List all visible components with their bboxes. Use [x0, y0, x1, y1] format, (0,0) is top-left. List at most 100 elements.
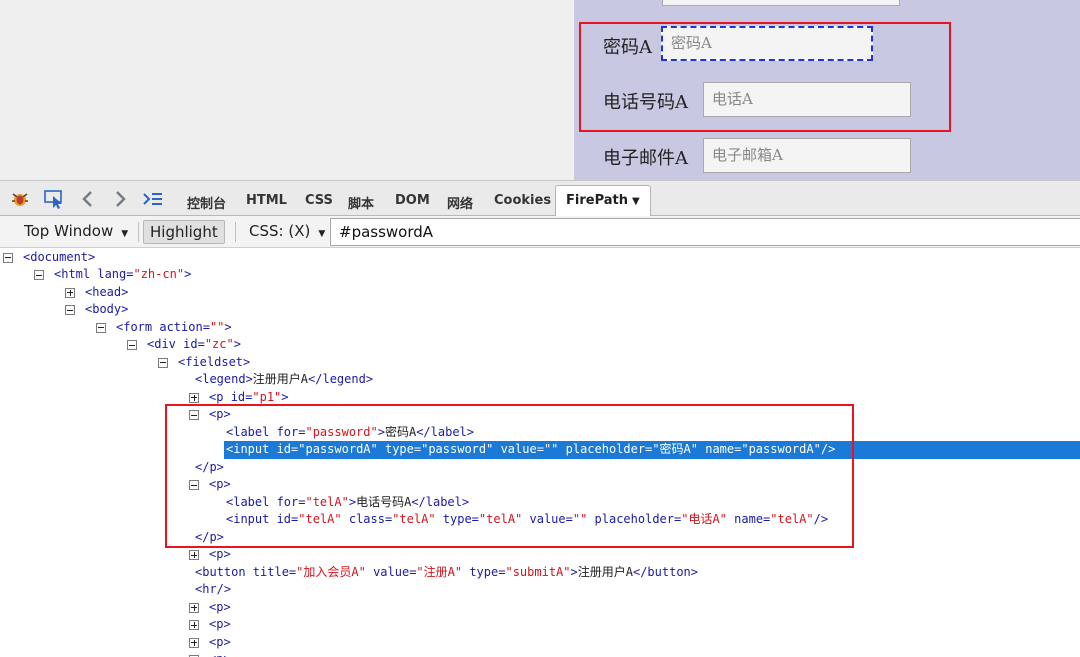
dom-tree: <document> <html lang="zh-cn"> <head> <body…	[0, 248, 1080, 657]
markup-tag: <p>	[209, 407, 231, 421]
selector-input[interactable]: #passwordA	[330, 218, 1080, 246]
markup-txt: 注册用户A	[252, 372, 309, 386]
markup-attr: for=	[276, 424, 306, 439]
partial-input-field[interactable]	[662, 0, 900, 6]
markup-val: "passwordA"	[298, 442, 378, 456]
tree-node[interactable]: <html lang="zh-cn">	[0, 266, 1080, 284]
tree-node-markup: <p>	[209, 599, 231, 617]
password-input[interactable]: 密码A	[661, 26, 873, 61]
toolbar-divider	[138, 222, 139, 242]
tab-css[interactable]: CSS	[305, 193, 333, 208]
tree-node[interactable]: <p>	[0, 651, 1080, 657]
console-toggle-icon[interactable]	[142, 188, 164, 210]
tree-node[interactable]: <input id="telA" class="telA" type="telA…	[0, 511, 1080, 529]
forward-icon[interactable]	[109, 188, 131, 210]
tree-node[interactable]: <fieldset>	[0, 354, 1080, 372]
markup-val: "telA"	[478, 512, 523, 526]
markup-attr: type=	[462, 564, 506, 579]
markup-tag: <p>	[209, 477, 231, 491]
tree-node[interactable]: <p>	[0, 634, 1080, 652]
mode-select[interactable]: CSS: (X) ▼	[243, 220, 331, 244]
collapse-icon[interactable]	[127, 340, 137, 350]
tree-node-markup: <fieldset>	[178, 354, 250, 372]
tab-firepath[interactable]: FirePath ▼	[555, 185, 651, 217]
markup-val: "p1"	[252, 389, 282, 404]
tree-node[interactable]: <p>	[0, 476, 1080, 494]
markup-tag: <div	[147, 337, 184, 351]
phone-input[interactable]: 电话A	[703, 82, 911, 117]
tree-node[interactable]: <label for="password">密码A</label>	[0, 424, 1080, 442]
tree-node-markup: <div id="zc">	[147, 336, 241, 354]
markup-tag: <input	[226, 442, 277, 456]
tree-node-markup: <input id="passwordA" type="password" va…	[226, 441, 835, 459]
expand-icon[interactable]	[189, 602, 199, 613]
chevron-down-icon: ▼	[121, 229, 129, 239]
tree-node[interactable]: <hr/>	[0, 581, 1080, 599]
collapse-icon[interactable]	[3, 252, 13, 263]
tree-node-markup: <p id="p1">	[209, 389, 289, 407]
markup-attr: title=	[252, 564, 297, 579]
collapse-icon[interactable]	[65, 305, 75, 315]
markup-val: "password"	[305, 424, 378, 439]
tree-node[interactable]: <p>	[0, 599, 1080, 617]
markup-tag: <p	[209, 389, 231, 404]
chevron-down-icon: ▼	[632, 196, 640, 207]
toolbar-divider	[235, 222, 236, 242]
markup-val: "passwordA"	[741, 442, 821, 456]
expand-icon[interactable]	[189, 620, 199, 630]
markup-txt: 密码A	[384, 424, 417, 439]
tree-node[interactable]: <button title="加入会员A" value="注册A" type="…	[0, 564, 1080, 582]
tree-node[interactable]: </p>	[0, 459, 1080, 477]
collapse-icon[interactable]	[189, 480, 199, 490]
tree-node[interactable]: <p>	[0, 406, 1080, 424]
tab-html[interactable]: HTML	[246, 193, 287, 208]
back-icon[interactable]	[77, 188, 99, 210]
collapse-icon[interactable]	[158, 357, 168, 368]
tree-node[interactable]: <p>	[0, 616, 1080, 634]
markup-val: "telA"	[392, 512, 436, 526]
inspect-icon[interactable]	[43, 188, 65, 210]
tree-node[interactable]: <p>	[0, 546, 1080, 564]
selected-tree-node[interactable]: <input id="passwordA" type="password" va…	[224, 441, 1080, 459]
mode-select-label: CSS: (X)	[249, 222, 311, 240]
collapse-icon[interactable]	[189, 410, 199, 420]
expand-icon[interactable]	[189, 637, 199, 648]
markup-val: "password"	[421, 442, 494, 456]
markup-tag: >	[377, 424, 385, 439]
tab-network[interactable]: 网络	[447, 193, 473, 212]
markup-tag: />	[820, 442, 836, 456]
expand-icon[interactable]	[65, 287, 75, 298]
tree-node[interactable]: <document>	[0, 249, 1080, 267]
email-input[interactable]: 电子邮箱A	[703, 138, 911, 173]
markup-txt: 注册用户A	[577, 564, 633, 579]
collapse-icon[interactable]	[34, 270, 44, 280]
tree-node-markup: </p>	[195, 529, 224, 547]
highlight-button[interactable]: Highlight	[143, 220, 225, 244]
tree-node[interactable]: <form action="">	[0, 319, 1080, 337]
tree-node[interactable]: <label for="telA">电话号码A</label>	[0, 494, 1080, 512]
tree-node[interactable]: <body>	[0, 301, 1080, 319]
tree-node[interactable]: <p id="p1">	[0, 389, 1080, 407]
tab-console[interactable]: 控制台	[187, 193, 226, 212]
markup-tag: <label	[226, 494, 277, 509]
tree-node-markup: <document>	[23, 249, 95, 267]
tree-node[interactable]: <head>	[0, 284, 1080, 302]
window-select[interactable]: Top Window ▼	[18, 220, 134, 244]
markup-tag: </label>	[416, 424, 474, 439]
tree-node[interactable]: </p>	[0, 529, 1080, 547]
tree-node[interactable]: <legend>注册用户A</legend>	[0, 371, 1080, 389]
tab-dom[interactable]: DOM	[395, 193, 430, 208]
tree-node-markup: <body>	[85, 301, 128, 319]
tree-node-markup: <input id="telA" class="telA" type="telA…	[226, 511, 828, 529]
collapse-icon[interactable]	[96, 322, 106, 333]
markup-attr: placeholder=	[558, 442, 653, 456]
tab-script[interactable]: 脚本	[348, 193, 374, 212]
expand-icon[interactable]	[189, 392, 199, 403]
tree-node[interactable]: <div id="zc">	[0, 336, 1080, 354]
expand-icon[interactable]	[189, 550, 199, 560]
markup-attr: placeholder=	[587, 512, 682, 526]
markup-val: "加入会员A"	[296, 564, 366, 579]
tab-cookies[interactable]: Cookies	[494, 193, 551, 208]
firebug-icon[interactable]	[9, 188, 31, 210]
tree-node-markup: <p>	[209, 651, 231, 657]
